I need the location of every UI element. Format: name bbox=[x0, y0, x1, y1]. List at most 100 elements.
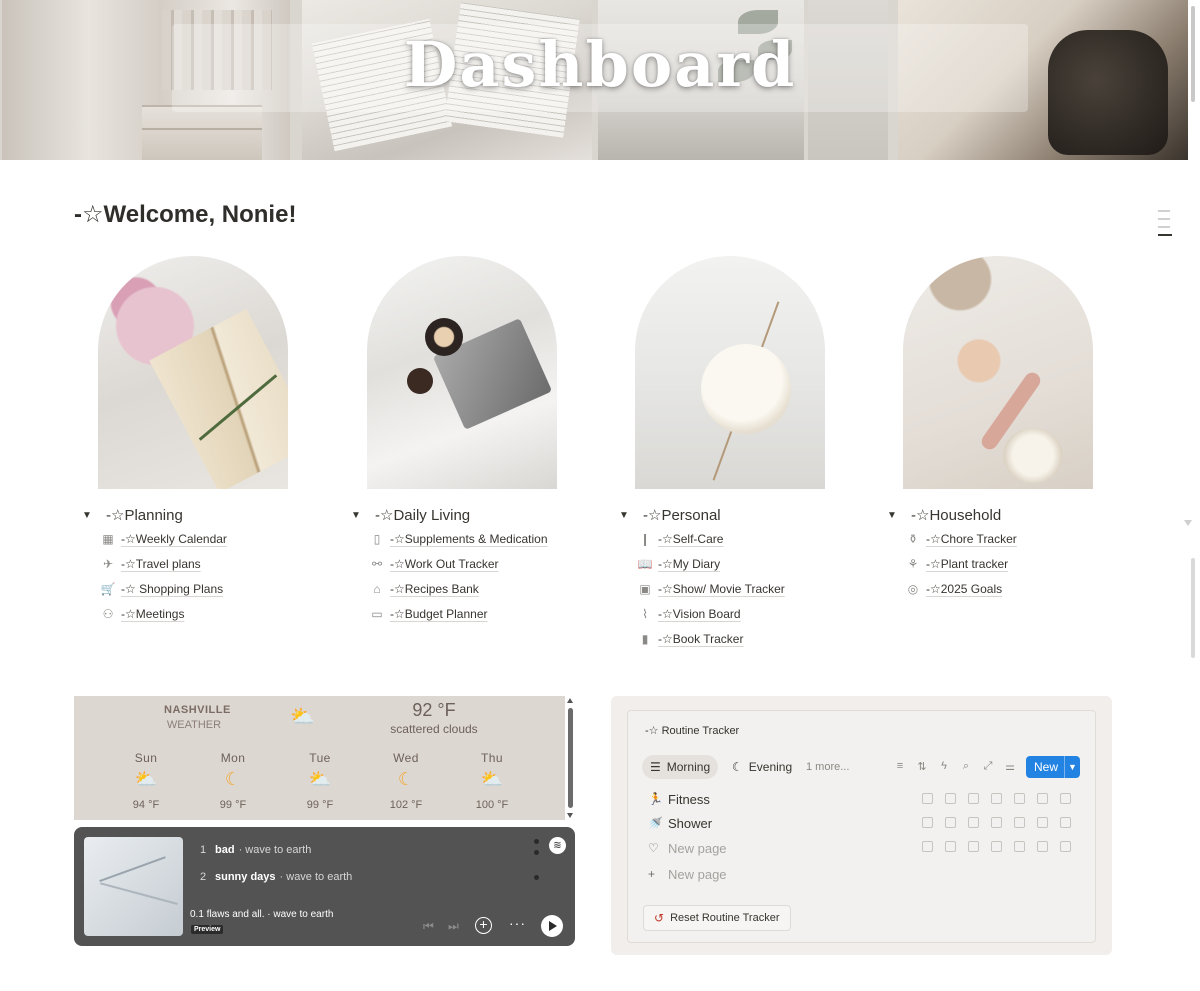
spotify-logo-icon[interactable]: ≋ bbox=[549, 837, 566, 854]
link-self-care[interactable]: ❙ -☆Self-Care bbox=[637, 526, 785, 551]
more-options-icon[interactable]: ··· bbox=[509, 915, 526, 931]
automation-icon[interactable]: ϟ bbox=[937, 760, 951, 773]
section-title: -☆Household bbox=[911, 507, 1002, 524]
preview-badge: Preview bbox=[191, 925, 224, 934]
link-budget-planner[interactable]: ▭ -☆Budget Planner bbox=[369, 601, 548, 626]
link-my-diary[interactable]: 📖 -☆My Diary bbox=[637, 551, 785, 576]
link-label[interactable]: -☆Vision Board bbox=[658, 607, 741, 621]
triangle-down-icon[interactable]: ▼ bbox=[351, 510, 365, 521]
forecast-day: Mon ☾ 99 °F bbox=[203, 751, 263, 811]
add-new-page[interactable]: + New page bbox=[648, 863, 727, 885]
forecast-day: Thu ⛅ 100 °F bbox=[462, 751, 522, 811]
sun-cloud-icon: ⛅ bbox=[290, 706, 315, 728]
toggle-household[interactable]: ▼ -☆Household bbox=[881, 505, 1001, 525]
link-book-tracker[interactable]: ▮ -☆Book Tracker bbox=[637, 626, 785, 651]
triangle-down-icon[interactable]: ▼ bbox=[82, 510, 96, 521]
tab-more[interactable]: 1 more... bbox=[798, 755, 857, 779]
weather-scrollbar[interactable] bbox=[566, 696, 575, 820]
dumbbell-icon: ⚯ bbox=[371, 556, 383, 571]
link-label[interactable]: -☆Weekly Calendar bbox=[121, 532, 227, 546]
open-book-icon: 📖 bbox=[637, 556, 653, 571]
link-recipes-bank[interactable]: ⌂ -☆Recipes Bank bbox=[369, 576, 548, 601]
page-scrollbar-thumb[interactable] bbox=[1191, 6, 1195, 102]
track-row[interactable]: 1 bad · wave to earth bbox=[200, 841, 311, 859]
settings-icon[interactable]: ⚌ bbox=[1003, 760, 1017, 773]
link-label[interactable]: -☆ Shopping Plans bbox=[121, 582, 223, 596]
link-2025-goals[interactable]: ◎ -☆2025 Goals bbox=[905, 576, 1017, 601]
weather-widget[interactable]: NASHVILLE WEATHER ⛅ 92 °F scattered clou… bbox=[74, 696, 565, 820]
routine-row-shower[interactable]: 🚿 Shower bbox=[648, 812, 712, 834]
daily-living-photo bbox=[367, 256, 557, 489]
link-label[interactable]: -☆Budget Planner bbox=[390, 607, 487, 621]
link-label[interactable]: -☆Plant tracker bbox=[926, 557, 1008, 571]
add-icon[interactable]: + bbox=[475, 917, 492, 934]
routine-row-fitness[interactable]: 🏃 Fitness bbox=[648, 788, 710, 810]
filter-icon[interactable]: ≡ bbox=[893, 760, 907, 773]
table-of-contents[interactable] bbox=[1158, 210, 1172, 242]
spray-bottle-icon: ⚱ bbox=[907, 531, 919, 546]
play-icon[interactable] bbox=[541, 915, 563, 937]
link-label[interactable]: -☆Supplements & Medication bbox=[390, 532, 548, 546]
triangle-down-icon[interactable]: ▼ bbox=[887, 510, 901, 521]
moon-icon: ☾ bbox=[732, 760, 743, 774]
link-label[interactable]: -☆My Diary bbox=[658, 557, 720, 571]
link-work-out-tracker[interactable]: ⚯ -☆Work Out Tracker bbox=[369, 551, 548, 576]
link-list: ❙ -☆Self-Care 📖 -☆My Diary ▣ -☆Show/ Movie … bbox=[637, 526, 785, 651]
current-temperature: 92 °F bbox=[412, 700, 456, 720]
link-label[interactable]: -☆Book Tracker bbox=[658, 632, 743, 646]
link-show-movie-tracker[interactable]: ▣ -☆Show/ Movie Tracker bbox=[637, 576, 785, 601]
routine-tracker-title[interactable]: -☆ Routine Tracker bbox=[645, 724, 739, 737]
link-travel-plans[interactable]: ✈ -☆Travel plans bbox=[100, 551, 227, 576]
bookmark-icon: ▮ bbox=[641, 631, 649, 646]
secondary-scrollbar-thumb[interactable] bbox=[1191, 558, 1195, 658]
forecast-day: Wed ☾ 102 °F bbox=[376, 751, 436, 811]
link-label[interactable]: -☆Chore Tracker bbox=[926, 532, 1017, 546]
expand-icon[interactable]: ⤢ bbox=[981, 760, 995, 773]
toggle-planning[interactable]: ▼ -☆Planning bbox=[76, 505, 183, 525]
reset-icon: ↺ bbox=[654, 911, 665, 925]
link-weekly-calendar[interactable]: ▦ -☆Weekly Calendar bbox=[100, 526, 227, 551]
tab-evening[interactable]: ☾ Evening bbox=[724, 755, 800, 779]
reset-routine-button[interactable]: ↺ Reset Routine Tracker bbox=[643, 905, 791, 931]
previous-track-icon[interactable]: ⏮ bbox=[423, 919, 434, 934]
new-button[interactable]: New ▼ bbox=[1026, 756, 1080, 778]
link-label[interactable]: -☆Meetings bbox=[121, 607, 184, 621]
search-icon[interactable]: ⌕ bbox=[959, 760, 973, 773]
toggle-daily-living[interactable]: ▼ -☆Daily Living bbox=[345, 505, 470, 525]
list-icon: ☰ bbox=[650, 760, 661, 774]
shower-checkboxes[interactable] bbox=[922, 817, 1071, 828]
sort-icon[interactable]: ⇅ bbox=[915, 760, 929, 773]
link-chore-tracker[interactable]: ⚱ -☆Chore Tracker bbox=[905, 526, 1017, 551]
section-title: -☆Planning bbox=[106, 507, 183, 524]
link-label[interactable]: -☆Recipes Bank bbox=[390, 582, 479, 596]
triangle-down-icon[interactable]: ▼ bbox=[619, 510, 633, 521]
routine-row-new-page[interactable]: ♡ New page bbox=[648, 837, 727, 859]
fitness-checkboxes[interactable] bbox=[922, 793, 1071, 804]
now-playing: 0.1 flaws and all. · wave to earth bbox=[190, 909, 334, 920]
sun-cloud-icon: ⛅ bbox=[480, 769, 504, 789]
link-supplements[interactable]: ▯ -☆Supplements & Medication bbox=[369, 526, 548, 551]
link-label[interactable]: -☆Self-Care bbox=[658, 532, 723, 546]
next-track-icon[interactable]: ⏭ bbox=[448, 919, 459, 934]
link-list: ▯ -☆Supplements & Medication ⚯ -☆Work Out … bbox=[369, 526, 548, 626]
chevron-down-icon[interactable]: ▼ bbox=[1064, 756, 1080, 778]
sun-cloud-icon: ⛅ bbox=[308, 769, 332, 789]
tab-morning[interactable]: ☰ Morning bbox=[642, 755, 719, 779]
link-label[interactable]: -☆Work Out Tracker bbox=[390, 557, 499, 571]
link-label[interactable]: -☆2025 Goals bbox=[926, 582, 1002, 596]
moon-icon: ☾ bbox=[224, 769, 242, 789]
link-meetings[interactable]: ⚇ -☆Meetings bbox=[100, 601, 227, 626]
link-label[interactable]: -☆Travel plans bbox=[121, 557, 201, 571]
spotify-player[interactable]: 1 bad · wave to earth 2 sunny days · wave to… bbox=[74, 827, 575, 946]
link-list: ▦ -☆Weekly Calendar ✈ -☆Travel plans 🛒 -☆ S… bbox=[100, 526, 227, 626]
track-row[interactable]: 2 sunny days · wave to earth bbox=[200, 868, 352, 886]
link-vision-board[interactable]: ⌇ -☆Vision Board bbox=[637, 601, 785, 626]
album-cover bbox=[84, 837, 183, 936]
link-plant-tracker[interactable]: ⚘ -☆Plant tracker bbox=[905, 551, 1017, 576]
weather-description: scattered clouds bbox=[390, 722, 478, 736]
new-page-checkboxes[interactable] bbox=[922, 841, 1071, 852]
toggle-personal[interactable]: ▼ -☆Personal bbox=[613, 505, 721, 525]
link-shopping-plans[interactable]: 🛒 -☆ Shopping Plans bbox=[100, 576, 227, 601]
link-list: ⚱ -☆Chore Tracker ⚘ -☆Plant tracker ◎ -☆202… bbox=[905, 526, 1017, 601]
link-label[interactable]: -☆Show/ Movie Tracker bbox=[658, 582, 785, 596]
